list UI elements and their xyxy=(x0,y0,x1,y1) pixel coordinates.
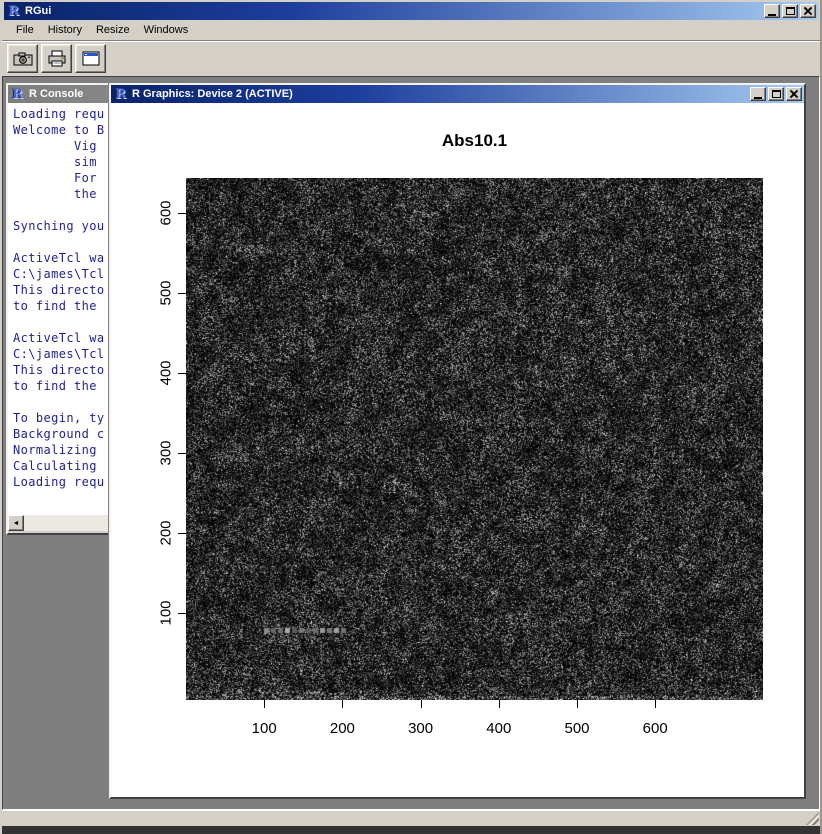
r-logo-icon: R xyxy=(6,4,21,18)
x-axis-tick xyxy=(342,700,343,708)
r-logo-icon: R xyxy=(113,87,128,101)
y-axis-tick xyxy=(178,293,186,294)
y-axis-tick xyxy=(178,373,186,374)
x-axis-tick-label: 400 xyxy=(486,720,511,737)
y-axis-tick-label: 500 xyxy=(158,280,175,305)
snapshot-button[interactable] xyxy=(7,44,38,73)
graphics-close-button[interactable] xyxy=(786,87,802,101)
x-axis-tick-label: 500 xyxy=(564,720,589,737)
close-button[interactable] xyxy=(800,4,816,18)
x-axis-tick-label: 600 xyxy=(643,720,668,737)
x-axis-tick xyxy=(264,700,265,708)
y-axis-tick-label: 600 xyxy=(158,200,175,225)
menu-resize[interactable]: Resize xyxy=(91,22,135,38)
status-bar xyxy=(2,810,820,826)
y-axis-tick xyxy=(178,533,186,534)
graphics-maximize-button[interactable] xyxy=(768,87,784,101)
window-icon xyxy=(81,51,101,67)
menu-bar: File History Resize Windows xyxy=(2,20,820,40)
graphics-window-title: R Graphics: Device 2 (ACTIVE) xyxy=(132,88,750,100)
y-axis-tick xyxy=(178,213,186,214)
plot-canvas-area: Abs10.1 100 200 300 400 500 600 600 500 400 300 20… xyxy=(111,103,804,797)
minimize-icon xyxy=(754,97,762,99)
x-axis-tick-label: 200 xyxy=(330,720,355,737)
x-axis-tick xyxy=(655,700,656,708)
y-axis-tick-label: 200 xyxy=(158,520,175,545)
minimize-button[interactable] xyxy=(764,4,780,18)
toolbar xyxy=(2,40,820,76)
y-axis-tick-label: 300 xyxy=(158,440,175,465)
x-axis-tick-label: 300 xyxy=(408,720,433,737)
scroll-left-arrow-icon[interactable]: ◄ xyxy=(8,515,24,531)
graphics-minimize-button[interactable] xyxy=(750,87,766,101)
maximize-button[interactable] xyxy=(782,4,798,18)
rgui-main-window: R RGui File History Resize Windows xyxy=(0,0,822,834)
printer-icon xyxy=(47,50,67,67)
camera-icon xyxy=(13,51,33,67)
close-icon xyxy=(804,7,812,15)
resize-grip[interactable] xyxy=(806,812,819,825)
plot-title: Abs10.1 xyxy=(186,131,763,151)
menu-windows[interactable]: Windows xyxy=(139,22,194,38)
close-icon xyxy=(790,90,798,98)
x-axis-tick xyxy=(499,700,500,708)
menu-history[interactable]: History xyxy=(43,22,87,38)
print-button[interactable] xyxy=(41,44,72,73)
graphics-titlebar[interactable]: R R Graphics: Device 2 (ACTIVE) xyxy=(111,85,804,103)
r-logo-icon: R xyxy=(10,87,25,101)
mdi-client-area: R R Console Loading requWelcome to B Vig… xyxy=(2,76,820,810)
microarray-noise-canvas xyxy=(186,178,763,700)
r-graphics-window[interactable]: R R Graphics: Device 2 (ACTIVE) Abs10.1 … xyxy=(109,83,806,799)
y-axis-tick-label: 100 xyxy=(158,600,175,625)
y-axis-tick xyxy=(178,453,186,454)
microarray-image-plot xyxy=(186,178,763,700)
maximize-icon xyxy=(772,90,781,98)
main-titlebar[interactable]: R RGui xyxy=(4,2,818,20)
x-axis-tick-label: 100 xyxy=(252,720,277,737)
maximize-icon xyxy=(786,7,795,15)
y-axis-tick xyxy=(178,613,186,614)
x-axis-tick xyxy=(577,700,578,708)
console-window-button[interactable] xyxy=(75,44,106,73)
main-window-title: RGui xyxy=(25,5,764,17)
x-axis-tick xyxy=(421,700,422,708)
window-bottom-edge xyxy=(2,826,820,834)
minimize-icon xyxy=(768,14,776,16)
menu-file[interactable]: File xyxy=(11,22,39,38)
y-axis-tick-label: 400 xyxy=(158,360,175,385)
